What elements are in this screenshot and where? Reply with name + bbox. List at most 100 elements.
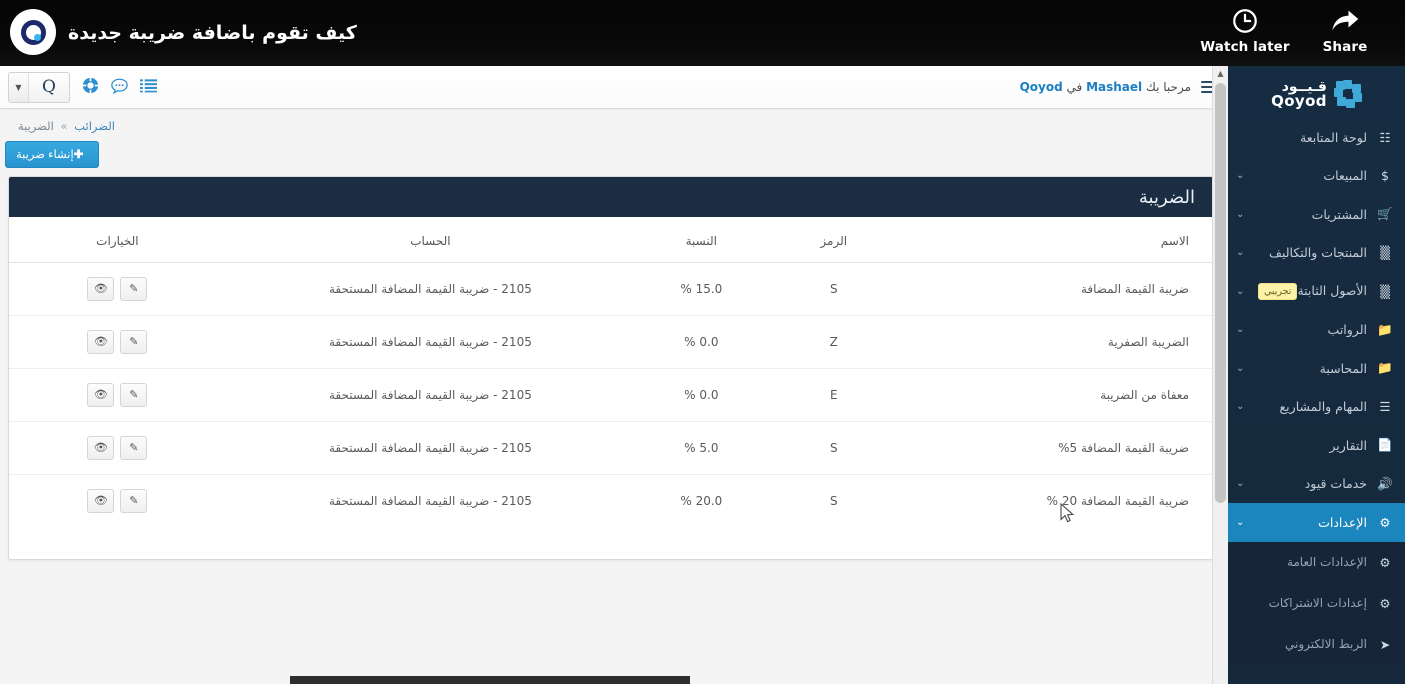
chat-bubble-icon[interactable] — [111, 78, 128, 97]
edit-icon[interactable]: ✎ — [120, 277, 148, 301]
chevron-down-icon[interactable]: ⌄ — [1236, 517, 1248, 528]
cell-tax-code: S — [767, 421, 900, 475]
cell-tax-name: ضريبة القيمة المضافة 20 % — [1046, 494, 1189, 508]
tax-table: الاسم الرمز النسبة الحساب الخيارات ضريبة… — [9, 217, 1213, 527]
greeting-text: مرحبا بك Mashael في Qoyod — [1020, 80, 1191, 94]
cell-tax-name: معفاة من الضريبة — [899, 368, 1213, 422]
sidebar-item-cart-2[interactable]: 🛒 المشتريات ⌄ — [1228, 195, 1405, 234]
sidebar-item-list-7[interactable]: ☰ المهام والمشاريع ⌄ — [1228, 388, 1405, 427]
screenshot-root: كيف تقوم باضافة ضريبة جديدة Watch later … — [0, 0, 1405, 684]
chevron-down-icon[interactable]: ⌄ — [1236, 170, 1248, 181]
chevron-down-icon[interactable]: ⌄ — [1236, 247, 1248, 258]
create-tax-button[interactable]: ✚إنشاء ضريبة — [5, 141, 100, 168]
sidebar-item-report-8[interactable]: 📄 التقارير — [1228, 426, 1405, 465]
gear-icon: ⚙ — [1379, 514, 1391, 530]
sidebar-item-label: المشتريات — [1311, 206, 1367, 222]
lifering-icon[interactable] — [82, 77, 99, 97]
qoyod-q-icon[interactable]: Q — [29, 73, 69, 102]
folder-icon: 📁 — [1377, 360, 1393, 376]
edit-icon[interactable]: ✎ — [120, 489, 148, 513]
edit-icon[interactable]: ✎ — [120, 436, 148, 460]
create-tax-label: إنشاء ضريبة — [16, 149, 74, 161]
list-icon[interactable] — [140, 78, 157, 96]
app-top-bar-left-tools: ▼ Q — [8, 66, 157, 108]
sidebar-item-label: إعدادات الاشتراكات — [1268, 596, 1367, 610]
sidebar-item-gear-12[interactable]: ⚙ إعدادات الاشتراكات — [1228, 582, 1405, 624]
sidebar-item-dollar-1[interactable]: $ المبيعات ⌄ — [1228, 157, 1405, 196]
breadcrumb-parent-link[interactable]: الضرائب — [74, 119, 115, 133]
cell-row-actions: ✎👁 — [9, 315, 226, 369]
sidebar-item-grid-3[interactable]: ▒ المنتجات والتكاليف ⌄ — [1228, 234, 1405, 273]
scrollbar-thumb[interactable] — [1215, 83, 1226, 503]
sidebar-item-label: المحاسبة — [1319, 360, 1367, 376]
table-row: ضريبة القيمة المضافة 20 % S 20.0 % 2105 - ض… — [9, 475, 1213, 528]
column-header-rate: النسبة — [635, 217, 768, 263]
send-icon: ➤ — [1379, 636, 1391, 652]
eye-icon[interactable]: 👁 — [87, 489, 115, 513]
qoyod-logo-dot — [33, 33, 41, 41]
sidebar-item-folder-5[interactable]: 📁 الرواتب ⌄ — [1228, 311, 1405, 350]
chevron-down-icon[interactable]: ⌄ — [1236, 209, 1248, 220]
eye-icon[interactable]: 👁 — [87, 277, 115, 301]
sidebar-item-grid-4[interactable]: ▒ الأصول الثابتةتجريبي ⌄ — [1228, 272, 1405, 311]
sidebar-item-label: الربط الالكتروني — [1285, 637, 1367, 651]
qoyod-app-window: ▼ Q مرحبا بك Mashael في Qoyod الضرائب » … — [0, 66, 1405, 684]
grid-icon: ▒ — [1380, 245, 1390, 261]
list-icon: ☰ — [1379, 399, 1391, 415]
cell-tax-name: ضريبة القيمة المضافة 5% — [899, 421, 1213, 475]
sidebar-item-label: الإعدادات — [1318, 514, 1367, 530]
chevron-down-icon[interactable]: ⌄ — [1236, 478, 1248, 489]
chevron-down-icon[interactable]: ⌄ — [1236, 363, 1248, 374]
eye-icon[interactable]: 👁 — [87, 330, 115, 354]
share-label: Share — [1322, 39, 1368, 55]
sidebar-item-folder-6[interactable]: 📁 المحاسبة ⌄ — [1228, 349, 1405, 388]
cell-tax-code: S — [767, 262, 900, 316]
sidebar: قـيــود Qoyod ☷ لوحة المتابعة $ المبيعات ⌄ 🛒 ا… — [1228, 66, 1405, 684]
table-header-row: الاسم الرمز النسبة الحساب الخيارات — [9, 217, 1213, 263]
watch-later-button[interactable]: Watch later — [1199, 7, 1291, 55]
edit-icon[interactable]: ✎ — [120, 330, 148, 354]
sidebar-menu: ☷ لوحة المتابعة $ المبيعات ⌄ 🛒 المشتريات ⌄ ▒ المن… — [1228, 118, 1405, 665]
chevron-down-icon[interactable]: ⌄ — [1236, 401, 1248, 412]
panel-title: الضريبة — [9, 177, 1213, 217]
edit-icon[interactable]: ✎ — [120, 383, 148, 407]
breadcrumb-current: الضريبة — [18, 119, 54, 133]
quick-add-button-group[interactable]: ▼ Q — [8, 71, 70, 103]
sidebar-item-dashboard-0[interactable]: ☷ لوحة المتابعة — [1228, 118, 1405, 157]
sidebar-brand[interactable]: قـيــود Qoyod — [1228, 66, 1405, 118]
sidebar-item-megaphone-9[interactable]: 🔊 خدمات قيود ⌄ — [1228, 465, 1405, 504]
sidebar-item-gear-11[interactable]: ⚙ الإعدادات العامة — [1228, 541, 1405, 583]
sidebar-item-label: لوحة المتابعة — [1300, 129, 1367, 145]
main-content-area: ▼ Q مرحبا بك Mashael في Qoyod الضرائب » … — [0, 66, 1228, 684]
column-header-code: الرمز — [767, 217, 900, 263]
eye-icon[interactable]: 👁 — [87, 436, 115, 460]
watch-later-label: Watch later — [1200, 39, 1290, 55]
cell-row-actions: ✎👁 — [9, 368, 226, 422]
scroll-up-arrow-icon[interactable]: ▲ — [1213, 66, 1228, 81]
sidebar-item-gear-10[interactable]: ⚙ الإعدادات ⌄ — [1228, 503, 1405, 542]
column-header-name: الاسم — [899, 217, 1213, 263]
clock-icon — [1199, 7, 1291, 37]
sidebar-item-send-13[interactable]: ➤ الربط الالكتروني — [1228, 623, 1405, 665]
cell-tax-name: ضريبة القيمة المضافة — [899, 262, 1213, 316]
chevron-down-icon[interactable]: ▼ — [9, 72, 29, 102]
greeting-user: Mashael — [1086, 80, 1143, 94]
cell-tax-rate: 0.0 % — [635, 368, 768, 422]
folder-icon: 📁 — [1377, 321, 1393, 337]
gear-icon: ⚙ — [1379, 554, 1391, 570]
content-scrollbar[interactable]: ▲ — [1212, 66, 1228, 684]
cell-tax-account: 2105 - ضريبة القيمة المضافة المستحقة — [225, 262, 636, 316]
sidebar-item-label: المهام والمشاريع — [1279, 399, 1367, 415]
video-title: كيف تقوم باضافة ضريبة جديدة — [68, 22, 357, 44]
app-top-bar: ▼ Q مرحبا بك Mashael في Qoyod — [0, 66, 1228, 109]
plus-icon: ✚ — [73, 149, 84, 161]
share-arrow-icon — [1299, 7, 1391, 37]
breadcrumb: الضرائب » الضريبة — [18, 109, 1228, 139]
video-progress-strip[interactable] — [290, 676, 690, 684]
chevron-down-icon[interactable]: ⌄ — [1236, 286, 1248, 297]
eye-icon[interactable]: 👁 — [87, 383, 115, 407]
share-button[interactable]: Share — [1299, 7, 1391, 55]
chevron-down-icon[interactable]: ⌄ — [1236, 324, 1248, 335]
cell-tax-account: 2105 - ضريبة القيمة المضافة المستحقة — [225, 368, 636, 422]
qoyod-channel-avatar[interactable] — [10, 9, 56, 55]
